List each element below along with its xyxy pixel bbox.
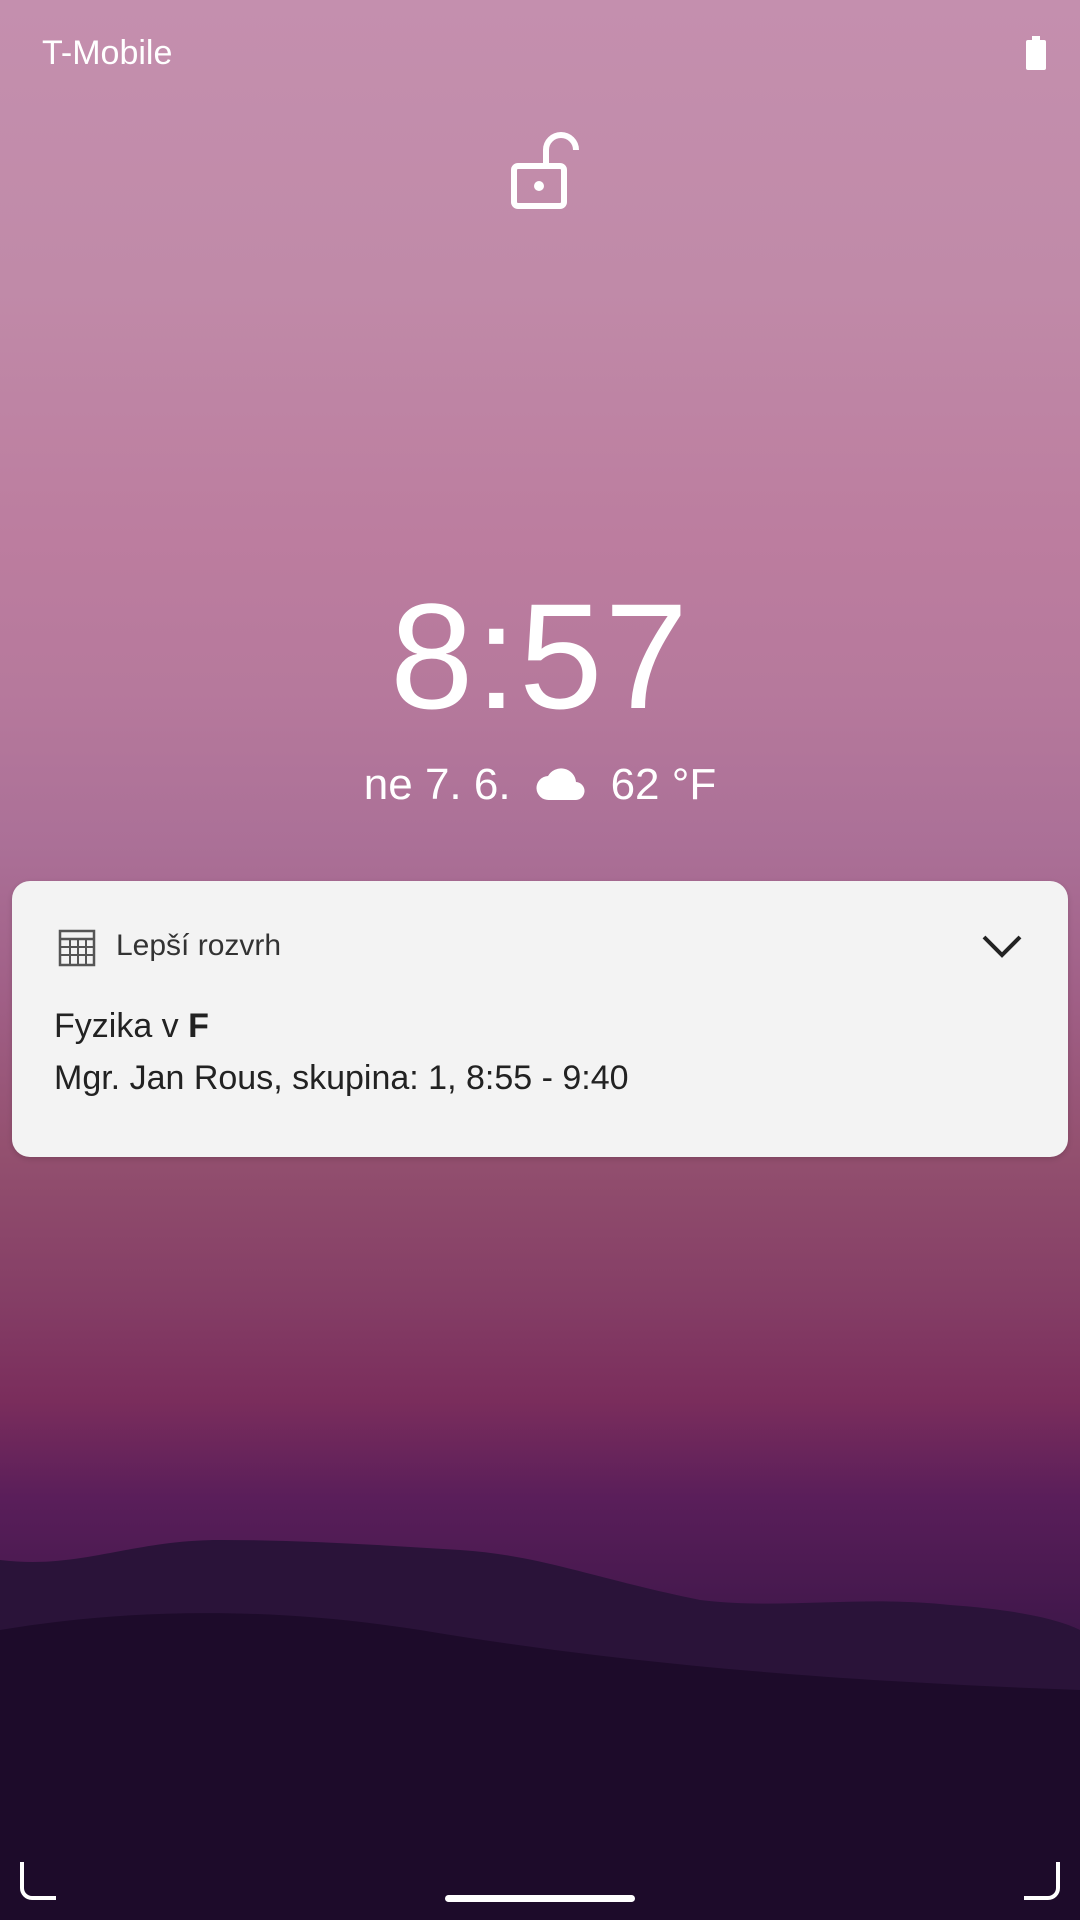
notification-title: Fyzika v F bbox=[54, 1007, 209, 1046]
battery-full-icon bbox=[1026, 36, 1046, 70]
date-text: ne 7. 6. bbox=[363, 760, 511, 809]
home-indicator[interactable] bbox=[445, 1895, 635, 1902]
cloud-icon bbox=[536, 768, 585, 801]
notification-text: Mgr. Jan Rous, skupina: 1, 8:55 - 9:40 bbox=[54, 1059, 629, 1097]
landscape-hills bbox=[0, 1540, 1080, 1920]
temperature-text: 62 °F bbox=[610, 760, 717, 809]
corner-right-icon bbox=[1024, 1862, 1060, 1900]
date-weather-row: ne 7. 6. 62 °F bbox=[0, 760, 1080, 810]
chevron-down-icon[interactable] bbox=[980, 929, 1024, 961]
lock-open-icon[interactable] bbox=[510, 130, 580, 210]
notification-app-name: Lepší rozvrh bbox=[116, 929, 282, 962]
carrier-name: T-Mobile bbox=[42, 34, 173, 72]
calendar-grid-icon bbox=[58, 929, 96, 967]
notification-title-room: F bbox=[188, 1007, 209, 1045]
status-bar: T-Mobile bbox=[0, 0, 1080, 108]
lock-screen-clock: 8:57 bbox=[390, 572, 690, 740]
corner-left-icon bbox=[20, 1862, 56, 1900]
notification-card[interactable]: Lepší rozvrh Fyzika v F Mgr. Jan Rous, s… bbox=[12, 881, 1068, 1157]
notification-title-prefix: Fyzika v bbox=[54, 1007, 189, 1045]
